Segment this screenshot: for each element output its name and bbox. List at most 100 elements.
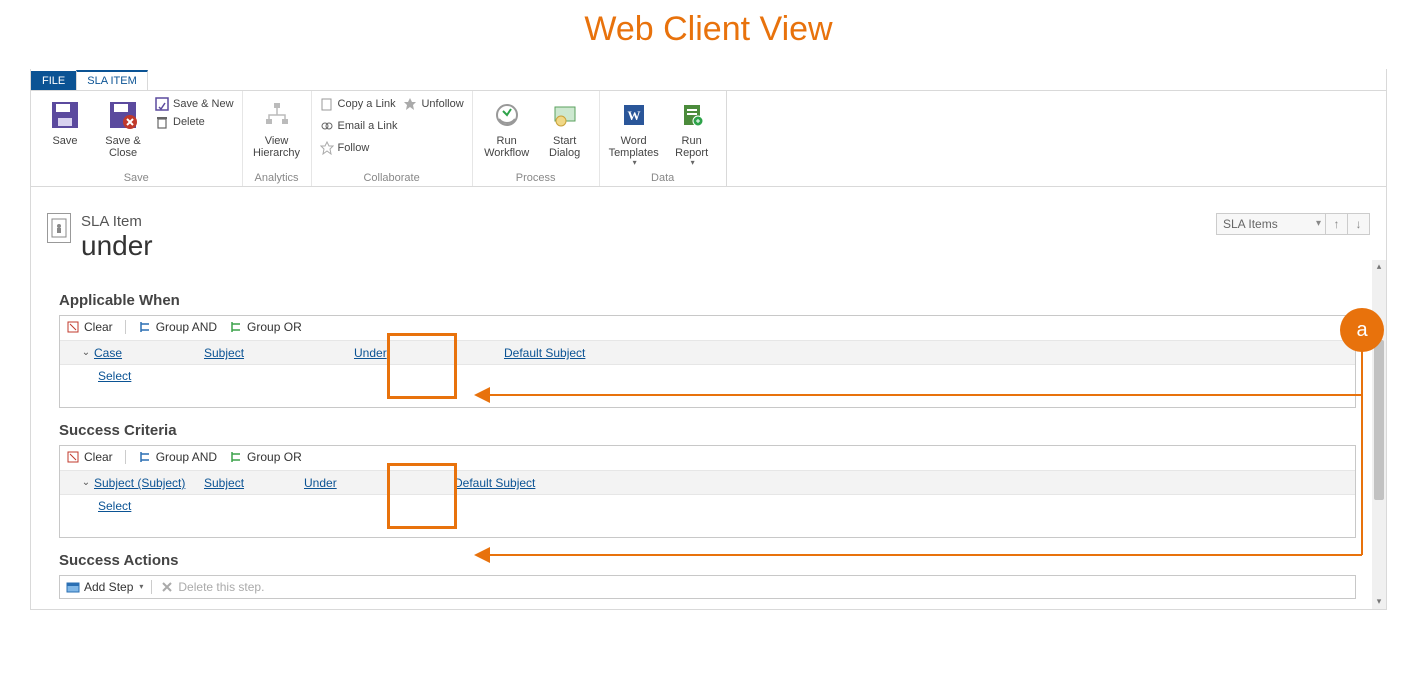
tab-sla-item[interactable]: SLA ITEM [76,70,148,90]
condition-entity[interactable]: Case [94,346,122,360]
record-name: under [81,232,153,260]
save-close-button[interactable]: Save & Close [97,97,149,159]
chevron-down-icon: ▾ [139,582,143,591]
condition-operator[interactable]: Under [304,476,337,490]
section-applicable-when-title: Applicable When [59,292,1356,309]
nav-down-button[interactable]: ↓ [1348,213,1370,235]
group-or-button[interactable]: Group OR [229,450,302,464]
expand-toggle[interactable]: ⌄ [78,347,94,358]
condition-value[interactable]: Default Subject [504,346,585,360]
section-success-actions-title: Success Actions [59,552,1356,569]
condition-select-row: Select [60,364,1355,387]
workflow-icon [491,99,523,131]
follow-button[interactable]: Follow [320,141,398,155]
ribbon-group-save: Save Save & Close Save & New Delete [31,91,243,186]
report-icon [676,99,708,131]
condition-select[interactable]: Select [98,369,131,383]
start-dialog-button[interactable]: Start Dialog [539,97,591,159]
clear-label: Clear [84,320,113,334]
tab-file[interactable]: FILE [31,71,76,90]
email-link-icon [320,119,334,133]
record-nav-select[interactable]: SLA Items [1216,213,1326,235]
group-and-label: Group AND [156,450,217,464]
separator [125,450,126,464]
group-and-icon [138,450,152,464]
clear-icon [66,320,80,334]
clear-label: Clear [84,450,113,464]
expand-toggle[interactable]: ⌄ [78,477,94,488]
unfollow-label: Unfollow [421,98,463,110]
condition-toolbar: Clear Group AND Group OR [60,446,1355,470]
save-new-icon [155,97,169,111]
condition-select[interactable]: Select [98,499,131,513]
clear-button[interactable]: Clear [66,450,113,464]
add-step-label: Add Step [84,580,133,594]
group-and-icon [138,320,152,334]
separator [151,580,152,594]
ribbon-group-collaborate: Copy a Link Email a Link Follow Unfollow [312,91,473,186]
group-and-button[interactable]: Group AND [138,450,217,464]
group-or-icon [229,320,243,334]
condition-field[interactable]: Subject [204,476,244,490]
condition-row: ⌄ Subject (Subject) Subject Under Defaul… [60,470,1355,494]
clear-button[interactable]: Clear [66,320,113,334]
ribbon-group-data-label: Data [608,168,718,184]
run-report-label: Run Report [675,135,708,159]
condition-row: ⌄ Case Subject Under Default Subject [60,340,1355,364]
save-button[interactable]: Save [39,97,91,147]
condition-entity[interactable]: Subject (Subject) [94,476,185,490]
delete-icon [155,115,169,129]
delete-step-button: Delete this step. [160,580,264,594]
dialog-icon [549,99,581,131]
page-heading: Web Client View [0,0,1417,69]
save-icon [49,99,81,131]
section-success-criteria-title: Success Criteria [59,422,1356,439]
separator [125,320,126,334]
form-body: Applicable When Clear Group AND Group OR [31,260,1386,609]
group-or-label: Group OR [247,320,302,334]
unfollow-button[interactable]: Unfollow [403,97,463,111]
save-new-button[interactable]: Save & New [155,97,234,111]
add-step-icon [66,580,80,594]
email-link-button[interactable]: Email a Link [320,119,398,133]
hierarchy-icon [261,99,293,131]
annotation-marker-a: a [1340,308,1384,352]
word-templates-label: Word Templates [609,135,659,159]
nav-up-button[interactable]: ↑ [1326,213,1348,235]
add-step-button[interactable]: Add Step ▾ [66,580,143,594]
scroll-thumb[interactable] [1374,340,1384,500]
record-entity: SLA Item [81,213,153,230]
follow-icon [320,141,334,155]
app-window: FILE SLA ITEM Save Save & Close [30,69,1387,610]
tab-bar: FILE SLA ITEM [31,69,1386,91]
save-close-label: Save & Close [105,135,140,159]
group-and-button[interactable]: Group AND [138,320,217,334]
ribbon: Save Save & Close Save & New Delete [31,91,1386,187]
run-report-button[interactable]: Run Report▾ [666,97,718,168]
word-templates-button[interactable]: W Word Templates▾ [608,97,660,168]
view-hierarchy-button[interactable]: View Hierarchy [251,97,303,159]
condition-select-row: Select [60,494,1355,517]
copy-link-button[interactable]: Copy a Link [320,97,398,111]
success-actions-bar: Add Step ▾ Delete this step. [59,575,1356,599]
run-workflow-label: Run Workflow [484,135,529,159]
unfollow-icon [403,97,417,111]
condition-value[interactable]: Default Subject [454,476,535,490]
group-or-button[interactable]: Group OR [229,320,302,334]
record-icon [47,213,71,243]
chevron-down-icon: ▾ [633,159,637,168]
applicable-when-condition: Clear Group AND Group OR ⌄ Case [59,315,1356,408]
condition-operator[interactable]: Under [354,346,387,360]
run-workflow-button[interactable]: Run Workflow [481,97,533,159]
view-hierarchy-label: View Hierarchy [253,135,300,159]
scroll-down-icon[interactable]: ▾ [1372,595,1386,609]
ribbon-group-analytics: View Hierarchy Analytics [243,91,312,186]
condition-field[interactable]: Subject [204,346,244,360]
copy-link-label: Copy a Link [338,98,396,110]
copy-link-icon [320,97,334,111]
start-dialog-label: Start Dialog [549,135,580,159]
scroll-up-icon[interactable]: ▴ [1372,260,1386,274]
delete-button[interactable]: Delete [155,115,234,129]
group-and-label: Group AND [156,320,217,334]
record-nav: SLA Items ↑ ↓ [1216,213,1370,235]
